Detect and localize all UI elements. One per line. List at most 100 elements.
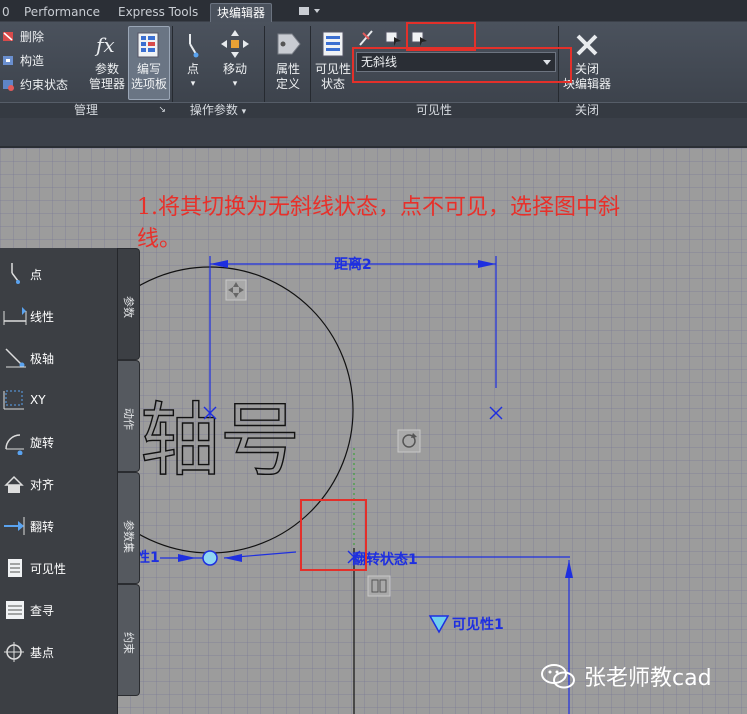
make-invisible-icon — [359, 30, 373, 46]
palette-item-label: 可见性 — [30, 561, 67, 576]
palette-tab-label: 动作 — [122, 408, 135, 430]
authoring-palettes-line1: 编写 — [136, 62, 161, 76]
palette-item-label: 查寻 — [30, 603, 55, 618]
tab-block-editor[interactable]: 块编辑器 — [210, 3, 273, 22]
alignment-icon — [4, 475, 24, 493]
rotation-icon — [5, 434, 24, 455]
visibility-states-line2: 状态 — [320, 77, 345, 91]
dimension-label[interactable]: 距离2 — [334, 256, 372, 273]
point-parameter-button[interactable]: 点 ▾ — [176, 30, 210, 92]
palette-tab-parameter-sets[interactable]: 参数集 — [118, 472, 140, 584]
palette-item-base-point[interactable]: 基点 — [0, 632, 118, 672]
tab-express-tools[interactable]: Express Tools — [112, 3, 204, 22]
highlight-box-visibility-dropdown — [352, 47, 572, 83]
palette-item-label: 极轴 — [30, 351, 55, 366]
palette-item-linear[interactable]: 线性 — [0, 296, 118, 336]
palette-tab-parameters[interactable]: 参数 — [118, 248, 140, 360]
authoring-palettes-line2: 选项板 — [130, 77, 167, 91]
make-visible-button[interactable] — [384, 29, 402, 47]
dialog-launcher-icon[interactable]: ↘ — [158, 102, 166, 118]
group-label-manage-text: 管理 — [73, 103, 98, 117]
block-authoring-palette: 点 线性 极轴 XY 旋转 对齐 翻转 可见性 查寻 基点 — [0, 248, 118, 714]
palette-tab-label: 参数集 — [122, 520, 135, 553]
dimension-arrow-right[interactable] — [478, 260, 496, 268]
construct-button[interactable]: 构造 — [2, 51, 44, 71]
ribbon-tab-bar: 0 Performance Express Tools 块编辑器 — [0, 0, 747, 22]
palette-item-lookup[interactable]: 查寻 — [0, 590, 118, 630]
instruction-annotation: 1.将其切换为无斜线状态，点不可见，选择图中斜 线。 — [137, 192, 737, 256]
point-parameter-icon — [189, 34, 199, 58]
visibility-states-button[interactable]: 可见性 状态 — [312, 28, 354, 92]
palette-item-visibility[interactable]: 可见性 — [0, 548, 118, 588]
tab-partial[interactable]: 0 — [0, 3, 16, 22]
flip-arrow-left[interactable] — [178, 554, 196, 562]
base-point-grip[interactable] — [202, 550, 218, 566]
move-action-marker[interactable] — [225, 279, 247, 301]
attribute-definition-line2: 定义 — [275, 77, 300, 91]
palette-item-label: 翻转 — [30, 519, 55, 534]
delete-label: 删除 — [20, 30, 45, 44]
delete-button[interactable]: 删除 — [2, 27, 44, 47]
visibility-parameter-label[interactable]: 可见性1 — [452, 616, 504, 633]
attribute-definition-line1: 属性 — [275, 62, 300, 76]
palette-tab-constraints[interactable]: 约束 — [118, 584, 140, 696]
flip-param-line-right — [223, 551, 297, 559]
visibility-icon — [8, 559, 22, 577]
palette-item-label: 基点 — [30, 645, 55, 660]
group-label-action-params[interactable]: 操作参数 ▾ — [172, 102, 264, 118]
attribute-definition-button[interactable]: 属性 定义 — [268, 28, 308, 92]
instruction-line2: 线。 — [137, 227, 182, 252]
point-parameter-label: 点 — [186, 62, 199, 76]
point-dropdown-arrow[interactable]: ▾ — [176, 77, 210, 92]
palette-item-polar[interactable]: 极轴 — [0, 338, 118, 378]
group-label-close: 关闭 — [574, 103, 599, 117]
palette-tab-label: 约束 — [122, 632, 135, 654]
flip-state-label[interactable]: 翻转状态1 — [352, 551, 418, 568]
constraint-status-button[interactable]: 约束状态 — [2, 75, 68, 95]
palette-item-xy[interactable]: XY — [0, 380, 118, 420]
move-dropdown-arrow[interactable]: ▾ — [214, 77, 256, 92]
make-invisible-button[interactable] — [358, 29, 376, 47]
flip-icon — [4, 517, 25, 535]
tab-performance[interactable]: Performance — [18, 3, 106, 22]
visibility-states-line1: 可见性 — [314, 62, 351, 76]
attribute-tag-icon — [277, 33, 301, 55]
palette-item-flip[interactable]: 翻转 — [0, 506, 118, 546]
instruction-line1: 1.将其切换为无斜线状态，点不可见，选择图中斜 — [137, 195, 620, 220]
shaft-text[interactable]: 轴号 — [139, 393, 300, 487]
constraint-status-label: 约束状态 — [20, 78, 69, 92]
visibility-parameter-grip[interactable] — [428, 615, 450, 634]
make-visible-icon — [385, 31, 401, 46]
group-label-action-params-text: 操作参数 — [189, 103, 238, 117]
chevron-down-icon: ▾ — [241, 107, 247, 117]
palette-item-label: 线性 — [30, 309, 55, 324]
palette-item-rotation[interactable]: 旋转 — [0, 422, 118, 462]
tab-overflow-icon[interactable] — [297, 5, 323, 18]
palette-item-label: 对齐 — [30, 477, 55, 492]
palette-item-point[interactable]: 点 — [0, 254, 118, 294]
move-action-icon — [221, 30, 249, 58]
construct-icon — [2, 54, 16, 68]
palette-item-label: 旋转 — [30, 435, 55, 450]
move-action-button[interactable]: 移动 ▾ — [214, 28, 256, 92]
visibility-states-icon — [322, 31, 344, 57]
wechat-icon — [541, 664, 575, 689]
rotate-action-marker[interactable] — [397, 429, 421, 453]
constraint-status-icon — [2, 78, 16, 92]
palette-tab-actions[interactable]: 动作 — [118, 360, 140, 472]
palette-vertical-tabs: 参数 动作 参数集 约束 — [118, 248, 140, 714]
palette-item-label: 点 — [30, 267, 43, 282]
parameter-manager-line2: 管理器 — [88, 77, 125, 91]
palette-tab-label: 参数 — [122, 296, 135, 318]
group-label-visibility: 可见性 — [415, 103, 452, 117]
authoring-palettes-button[interactable]: 编写 选项板 — [128, 26, 170, 100]
watermark-text: 张老师教cad — [584, 666, 712, 691]
parameter-manager-button[interactable]: fx 参数 管理器 — [84, 30, 130, 92]
vertical-dimension-arrow[interactable] — [565, 560, 573, 578]
watermark: 张老师教cad — [540, 660, 712, 692]
construct-label: 构造 — [20, 54, 45, 68]
lookup-icon — [6, 601, 24, 619]
flip-action-marker[interactable] — [367, 575, 391, 597]
palette-item-alignment[interactable]: 对齐 — [0, 464, 118, 504]
authoring-palette-icon — [137, 32, 159, 58]
